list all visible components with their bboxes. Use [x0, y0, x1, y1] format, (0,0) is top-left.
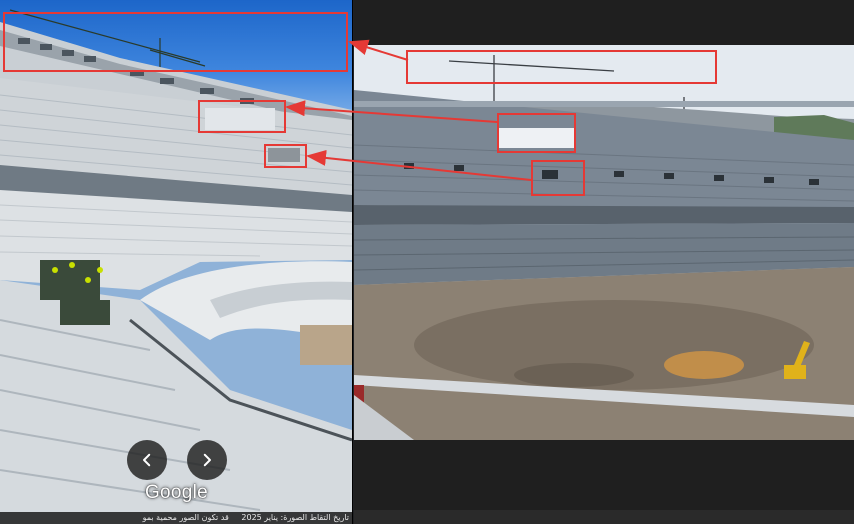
comparison-screen: Google تاريخ التقاط الصورة: يناير 2025 ق… [0, 0, 854, 524]
video-frame[interactable] [354, 45, 854, 440]
street-view-panel[interactable]: Google تاريخ التقاط الصورة: يناير 2025 ق… [0, 0, 353, 524]
image-caption: تاريخ التقاط الصورة: يناير 2025 قد تكون … [0, 512, 352, 524]
copyright-notice-text: قد تكون الصور محمية بمو [142, 513, 229, 522]
chevron-right-icon [203, 453, 211, 467]
google-logo: Google [144, 482, 209, 503]
stadium-video-still [354, 45, 854, 440]
stadium-construction-photo [0, 9, 352, 524]
capture-date-text: تاريخ التقاط الصورة: يناير 2025 [241, 513, 349, 522]
video-panel [354, 0, 854, 524]
previous-image-button[interactable] [127, 440, 167, 480]
next-image-button[interactable] [187, 440, 227, 480]
video-controls-strip [354, 510, 854, 524]
chevron-left-icon [143, 453, 151, 467]
